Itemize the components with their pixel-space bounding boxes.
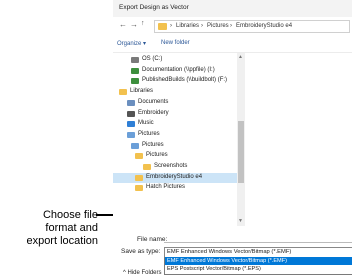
breadcrumb-separator: ›: [170, 23, 172, 29]
documents-icon: [127, 99, 135, 106]
breadcrumb-embroiderystudio[interactable]: EmbroideryStudio e4: [236, 23, 292, 29]
title-bar: Export Design as Vector: [113, 0, 352, 17]
option-eps[interactable]: EPS Postscript Vector/Bitmap (*.EPS): [165, 265, 352, 273]
libraries-icon: [119, 89, 127, 96]
scroll-thumb[interactable]: [238, 121, 244, 183]
tree-item-label: Libraries: [130, 88, 154, 95]
scroll-down-icon[interactable]: ▼: [238, 218, 243, 224]
pictures-icon: [131, 142, 139, 149]
breadcrumb-separator: ›: [230, 23, 232, 29]
tree-item[interactable]: EmbroideryStudio e4: [113, 172, 237, 183]
folder-icon: [135, 185, 143, 192]
folder-icon: [143, 164, 151, 170]
file-list-area[interactable]: [245, 53, 352, 226]
tree-item[interactable]: Hatch Pictures: [113, 183, 237, 193]
save-as-type-value: EMF Enhanced Windows Vector/Bitmap (*.EM…: [167, 249, 292, 255]
folder-icon: [127, 110, 135, 117]
scroll-up-icon[interactable]: ▲: [238, 54, 243, 60]
hide-folders-button[interactable]: ^ Hide Folders: [123, 270, 162, 276]
tree-item[interactable]: Libraries: [113, 87, 237, 97]
tree-item-label: Pictures: [142, 141, 164, 148]
navigation-scrollbar[interactable]: ▲ ▼: [237, 53, 245, 226]
option-eps-label: EPS Postscript Vector/Bitmap (*.EPS): [167, 266, 261, 272]
back-icon[interactable]: ←: [119, 20, 127, 29]
callout-line-3: export location: [26, 235, 98, 247]
option-emf[interactable]: EMF Enhanced Windows Vector/Bitmap (*.EM…: [165, 257, 352, 265]
tree-item-label: Music: [138, 120, 154, 127]
tree-item[interactable]: Music: [113, 119, 237, 129]
folder-icon: [135, 174, 143, 181]
tree-item-label: Pictures: [146, 152, 168, 159]
save-dialog: Export Design as Vector ← → ↑ › Librarie…: [113, 0, 352, 276]
tree-item[interactable]: Screenshots: [113, 162, 237, 172]
option-emf-label: EMF Enhanced Windows Vector/Bitmap (*.EM…: [167, 258, 287, 264]
pictures-icon: [127, 131, 135, 138]
address-bar[interactable]: › Libraries › Pictures › EmbroideryStudi…: [154, 20, 350, 33]
drive-icon: [131, 57, 139, 63]
network-drive-icon: [131, 78, 139, 85]
tree-item[interactable]: Documentation (\\ppfile) (I:): [113, 66, 237, 76]
tree-item-label: Documents: [138, 98, 169, 105]
save-as-type-label: Save as type:: [121, 248, 161, 255]
tree-item[interactable]: Documents: [113, 98, 237, 108]
tree-item-label: OS (C:): [142, 56, 163, 62]
tree-item[interactable]: PublishedBuilds (\\buildbolt) (F:): [113, 76, 237, 86]
tree-item-label: Embroidery: [138, 109, 169, 116]
network-drive-icon: [131, 67, 139, 74]
tree-item-label: Hatch Pictures: [146, 184, 186, 191]
callout-text: Choose file format and export location: [0, 209, 98, 248]
file-name-label: File name:: [137, 236, 168, 243]
save-as-type-dropdown: EMF Enhanced Windows Vector/Bitmap (*.EM…: [164, 257, 352, 275]
forward-icon[interactable]: →: [130, 20, 138, 29]
tree-item[interactable]: OS (C:): [113, 55, 237, 65]
tree-item-label: Pictures: [138, 130, 160, 137]
breadcrumb-separator: ›: [201, 23, 203, 29]
breadcrumb-libraries[interactable]: Libraries: [176, 23, 199, 29]
tree-item-label: PublishedBuilds (\\buildbolt) (F:): [142, 77, 228, 84]
address-bar-row: ← → ↑ › Libraries › Pictures › Embroider…: [113, 17, 352, 34]
tree-item-label: Screenshots: [154, 163, 188, 169]
tree-item[interactable]: Pictures: [113, 130, 237, 140]
tree-item[interactable]: Pictures: [113, 151, 237, 161]
new-folder-button[interactable]: New folder: [161, 40, 190, 46]
file-name-input[interactable]: [164, 242, 352, 243]
callout-line-1: Choose file: [42, 209, 98, 221]
tree-item-label: Documentation (\\ppfile) (I:): [142, 66, 215, 73]
up-icon[interactable]: ↑: [141, 20, 145, 27]
music-icon: [127, 121, 135, 128]
navigation-pane[interactable]: OS (C:) Documentation (\\ppfile) (I:) Publ…: [113, 53, 245, 226]
window-title: Export Design as Vector: [119, 4, 189, 11]
command-bar: Organize ▾ New folder: [113, 34, 352, 53]
breadcrumb-pictures[interactable]: Pictures: [207, 23, 229, 29]
folder-icon: [135, 153, 143, 160]
organize-button[interactable]: Organize ▾: [117, 40, 146, 47]
tree-item[interactable]: Embroidery: [113, 109, 237, 119]
folder-icon: [158, 23, 167, 30]
callout-line-2: format and: [45, 222, 98, 234]
tree-item[interactable]: Pictures: [113, 141, 237, 151]
tree-item-label: EmbroideryStudio e4: [146, 173, 203, 180]
